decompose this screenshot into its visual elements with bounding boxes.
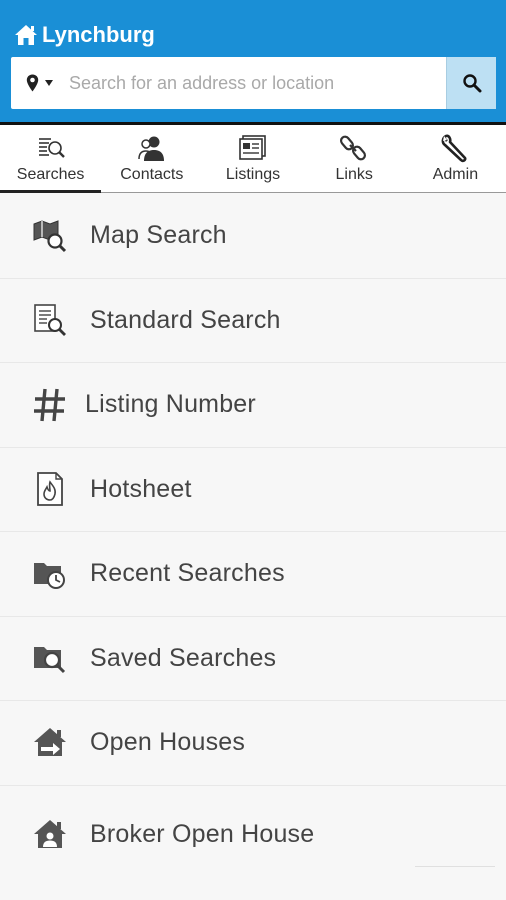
- menu-item-standard-search[interactable]: Standard Search: [0, 279, 506, 363]
- broker-open-house-icon: [30, 815, 70, 855]
- search-icon: [462, 74, 481, 93]
- menu-item-recent-searches[interactable]: Recent Searches: [0, 532, 506, 617]
- chevron-down-icon: [44, 80, 53, 86]
- map-pin-icon: [26, 74, 38, 92]
- app-header: Lynchburg: [0, 0, 506, 125]
- open-house-icon: [30, 723, 70, 763]
- standard-search-icon: [30, 300, 70, 340]
- contacts-icon: [138, 136, 164, 161]
- tab-label: Admin: [432, 166, 479, 183]
- map-search-icon: [30, 216, 70, 256]
- wrench-icon: [441, 134, 467, 163]
- home-icon: [15, 25, 37, 45]
- tab-contacts[interactable]: Contacts: [101, 125, 202, 192]
- menu-item-label: Broker Open House: [90, 820, 315, 848]
- menu-item-label: Open Houses: [90, 728, 246, 757]
- folder-search-icon: [30, 638, 70, 678]
- divider: [415, 866, 495, 867]
- brand[interactable]: Lynchburg: [14, 20, 155, 50]
- tab-searches[interactable]: Searches: [0, 125, 102, 193]
- menu-item-open-houses[interactable]: Open Houses: [0, 701, 506, 786]
- search-input[interactable]: [69, 67, 439, 99]
- menu-item-label: Listing Number: [85, 390, 256, 419]
- tab-links[interactable]: Links: [304, 125, 405, 192]
- hotsheet-fire-icon: [30, 469, 70, 509]
- tab-admin[interactable]: Admin: [405, 125, 506, 192]
- tab-bar: Searches Contacts Listings Links Admin: [0, 125, 506, 193]
- search-menu: Map Search Standard Search Listing Numbe…: [0, 194, 506, 884]
- tab-label: Links: [335, 166, 373, 183]
- menu-item-label: Standard Search: [90, 305, 281, 334]
- menu-item-listing-number[interactable]: Listing Number: [0, 363, 506, 448]
- menu-item-map-search[interactable]: Map Search: [0, 194, 506, 279]
- search-button[interactable]: [446, 57, 496, 109]
- searches-icon: [38, 138, 65, 158]
- menu-item-label: Hotsheet: [90, 474, 192, 503]
- tab-label: Contacts: [120, 166, 184, 183]
- brand-name: Lynchburg: [42, 22, 155, 47]
- tab-label: Listings: [225, 166, 281, 183]
- menu-item-label: Map Search: [90, 221, 227, 250]
- menu-item-saved-searches[interactable]: Saved Searches: [0, 617, 506, 701]
- menu-item-broker-open-house[interactable]: Broker Open House: [0, 786, 506, 884]
- menu-item-label: Recent Searches: [90, 559, 285, 588]
- links-icon: [340, 135, 367, 161]
- tab-label: Searches: [16, 166, 85, 183]
- folder-clock-icon: [30, 554, 70, 594]
- tab-listings[interactable]: Listings: [202, 125, 303, 192]
- listings-icon: [239, 135, 266, 160]
- menu-item-hotsheet[interactable]: Hotsheet: [0, 448, 506, 532]
- hash-icon: [30, 385, 70, 425]
- location-dropdown-button[interactable]: [11, 57, 67, 109]
- search-bar: [11, 57, 496, 109]
- menu-item-label: Saved Searches: [90, 643, 277, 672]
